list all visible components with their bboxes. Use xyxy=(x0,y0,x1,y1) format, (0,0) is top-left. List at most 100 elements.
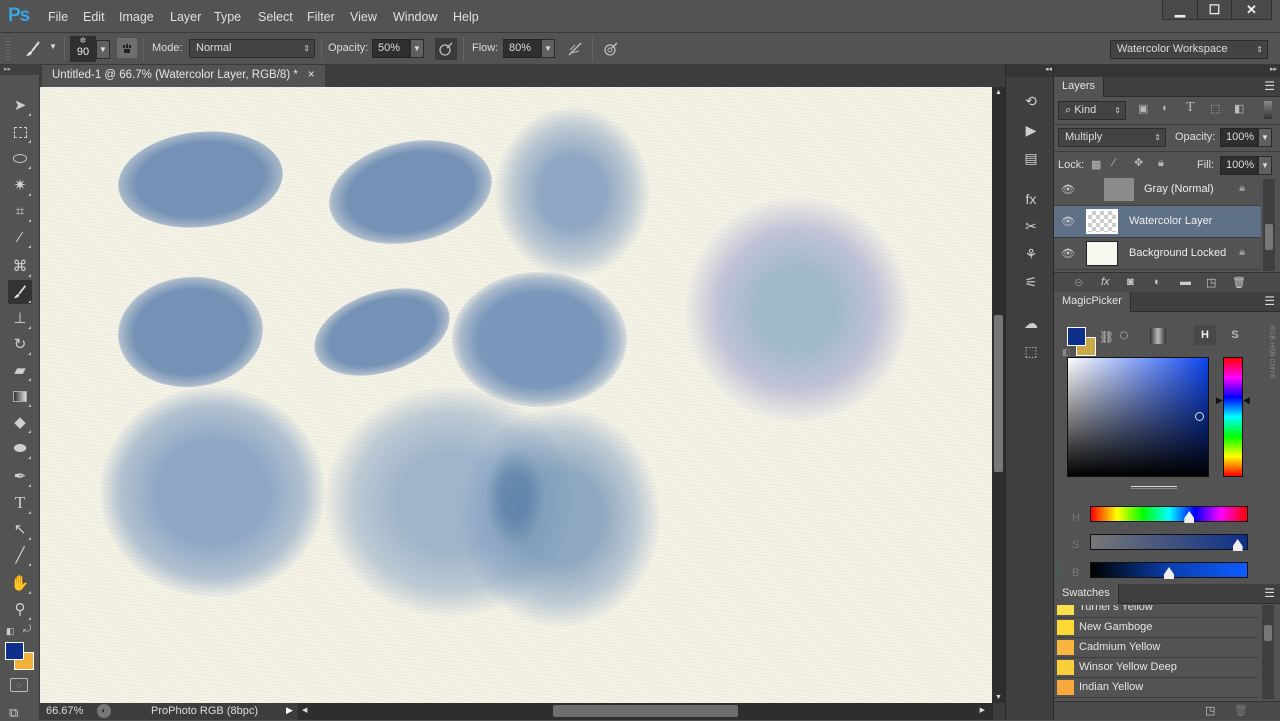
opacity-input[interactable]: 50% xyxy=(372,39,410,58)
new-adjustment-icon[interactable]: ◐ xyxy=(1154,276,1161,288)
workspace-select[interactable]: Watercolor Workspace ⇕ xyxy=(1110,40,1268,59)
gradient-tool-icon[interactable] xyxy=(8,384,32,408)
link-layers-icon[interactable]: ⊝ xyxy=(1074,276,1083,289)
color-wheel-mode-icon[interactable]: ◌ xyxy=(1119,327,1129,345)
eyedropper-tool-icon[interactable]: ⁄ xyxy=(8,225,32,249)
layer-row-background[interactable]: 👁︎ Background Locked 🔒︎ xyxy=(1054,238,1261,270)
clone-stamp-tool-icon[interactable]: ⊥ xyxy=(8,306,32,330)
hue-mode-button[interactable]: H xyxy=(1194,325,1216,345)
menu-filter[interactable]: Filter xyxy=(307,10,335,24)
path-selection-tool-icon[interactable]: ↖ xyxy=(8,517,32,541)
scroll-left-icon[interactable]: ◀ xyxy=(302,706,307,714)
move-tool-icon[interactable]: ➤ xyxy=(8,93,32,117)
new-swatch-icon[interactable]: ◳ xyxy=(1205,704,1215,717)
brush-settings-icon[interactable]: ⚟ xyxy=(1020,271,1042,293)
hue-marker-right[interactable]: ◀ xyxy=(1243,395,1250,406)
swatch-item[interactable]: Turner's Yellow xyxy=(1054,605,1258,618)
menu-window[interactable]: Window xyxy=(393,10,437,24)
lock-transparent-icon[interactable]: ▩ xyxy=(1091,158,1101,171)
tab-swatches[interactable]: Swatches xyxy=(1054,584,1119,604)
resize-handle[interactable] xyxy=(1131,486,1177,489)
panel-menu-icon[interactable]: ☰ xyxy=(1264,294,1275,308)
color-model-tabs[interactable]: RGB HSB CMYK xyxy=(1265,325,1275,397)
styles-panel-icon[interactable]: fx xyxy=(1020,188,1042,210)
tab-magicpicker[interactable]: MagicPicker xyxy=(1054,292,1131,312)
hue-strip[interactable] xyxy=(1223,357,1243,477)
gradient-mode-icon[interactable] xyxy=(1150,328,1166,344)
brightness-slider[interactable] xyxy=(1090,562,1248,579)
airbrush-icon[interactable] xyxy=(564,38,586,60)
fill-input[interactable]: 100% xyxy=(1220,156,1258,175)
share-icon[interactable]: ◐ xyxy=(97,704,111,718)
sponge-tool-icon[interactable]: ⬬ xyxy=(8,436,32,460)
eraser-tool-icon[interactable]: ▰ xyxy=(8,358,32,382)
document-tab[interactable]: Untitled-1 @ 66.7% (Watercolor Layer, RG… xyxy=(42,65,325,87)
options-grip[interactable] xyxy=(6,38,10,60)
type-tool-icon[interactable]: T xyxy=(8,491,32,515)
layers-scrollbar[interactable] xyxy=(1263,179,1275,271)
lock-position-icon[interactable]: ✥ xyxy=(1134,156,1143,169)
delete-swatch-icon[interactable]: 🗑︎ xyxy=(1234,704,1248,717)
channels-panel-icon[interactable]: ☁ xyxy=(1020,312,1042,334)
layer-row-gray[interactable]: 👁︎ Gray (Normal) 🔒︎ xyxy=(1054,177,1261,206)
scroll-down-icon[interactable]: ▼ xyxy=(995,694,1002,701)
brush-size-picker[interactable]: ✲ 90 xyxy=(70,36,96,62)
saturation-slider[interactable] xyxy=(1090,534,1248,551)
actions-panel-icon[interactable]: ▶ xyxy=(1020,119,1042,141)
brush-size-dropdown[interactable]: ▼ xyxy=(96,40,110,59)
zoom-tool-icon[interactable]: ⚲ xyxy=(8,597,32,621)
tab-layers[interactable]: Layers xyxy=(1054,77,1105,97)
vertical-scroll-thumb[interactable] xyxy=(994,315,1003,472)
swatch-item[interactable]: Winsor Yellow Deep xyxy=(1054,658,1258,678)
tools-collapse-icon[interactable]: ▸▸ xyxy=(0,65,40,75)
maximize-button[interactable]: ☐ xyxy=(1197,0,1231,20)
filter-pixel-icon[interactable]: ▣ xyxy=(1138,102,1148,115)
menu-file[interactable]: File xyxy=(48,10,68,24)
mode-select[interactable]: Normal ⇕ xyxy=(189,39,315,58)
swap-colors-icon[interactable]: ⤾ xyxy=(23,624,31,635)
line-tool-icon[interactable]: ╱ xyxy=(8,543,32,567)
visibility-eye-icon[interactable]: 👁︎ xyxy=(1061,247,1075,260)
layer-opacity-dropdown[interactable]: ▼ xyxy=(1258,128,1272,147)
delete-layer-icon[interactable]: 🗑︎ xyxy=(1232,276,1246,289)
filter-shape-icon[interactable]: ⬚ xyxy=(1210,102,1220,115)
properties-panel-icon[interactable]: ▤ xyxy=(1020,147,1042,169)
layer-row-watercolor[interactable]: 👁︎ Watercolor Layer xyxy=(1054,206,1261,238)
add-style-icon[interactable]: fx xyxy=(1101,276,1110,288)
color-picker-marker[interactable] xyxy=(1194,412,1204,421)
vertical-scrollbar[interactable]: ▲ ▼ xyxy=(992,87,1005,703)
foreground-color-swatch[interactable] xyxy=(5,642,24,660)
close-button[interactable]: ✕ xyxy=(1231,0,1271,20)
swatch-item[interactable]: Cadmium Yellow xyxy=(1054,638,1258,658)
flow-dropdown[interactable]: ▼ xyxy=(541,39,555,58)
lock-all-icon[interactable]: 🔒︎ xyxy=(1158,157,1164,170)
tool-presets-icon[interactable]: ✂ xyxy=(1020,215,1042,237)
hue-marker-left[interactable]: ▶ xyxy=(1216,395,1223,406)
hue-slider-thumb[interactable] xyxy=(1184,511,1195,523)
saturation-brightness-field[interactable] xyxy=(1067,357,1209,477)
filter-adjustment-icon[interactable]: ◐ xyxy=(1162,102,1169,114)
filter-toggle[interactable] xyxy=(1264,101,1272,119)
blur-tool-icon[interactable]: ◆ xyxy=(8,410,32,434)
brightness-slider-thumb[interactable] xyxy=(1164,567,1174,579)
new-group-icon[interactable]: ▬ xyxy=(1180,276,1191,288)
3d-panel-icon[interactable]: ⬚ xyxy=(1020,340,1042,362)
visibility-eye-icon[interactable]: 👁︎ xyxy=(1061,215,1075,228)
close-document-icon[interactable]: × xyxy=(308,69,315,87)
hue-slider[interactable] xyxy=(1090,506,1248,523)
history-panel-icon[interactable]: ⟲ xyxy=(1020,90,1042,112)
menu-edit[interactable]: Edit xyxy=(83,10,105,24)
brush-presets-icon[interactable]: ⚘ xyxy=(1020,243,1042,265)
new-layer-icon[interactable]: ◳ xyxy=(1206,276,1216,289)
menu-view[interactable]: View xyxy=(350,10,377,24)
horizontal-scroll-thumb[interactable] xyxy=(553,705,738,717)
lock-image-icon[interactable]: ⁄ xyxy=(1113,157,1115,169)
lasso-tool-icon[interactable] xyxy=(8,146,32,170)
default-colors-icon[interactable]: ◧ xyxy=(6,626,15,637)
filter-type-icon[interactable]: T xyxy=(1186,100,1195,116)
brush-preset-dropdown-icon[interactable]: ▼ xyxy=(49,42,57,51)
panel-menu-icon[interactable]: ☰ xyxy=(1264,586,1275,600)
swatches-scrollbar[interactable] xyxy=(1262,605,1274,699)
menu-layer[interactable]: Layer xyxy=(170,10,201,24)
layer-filter-select[interactable]: ⌕ Kind ⇕ xyxy=(1058,101,1126,120)
